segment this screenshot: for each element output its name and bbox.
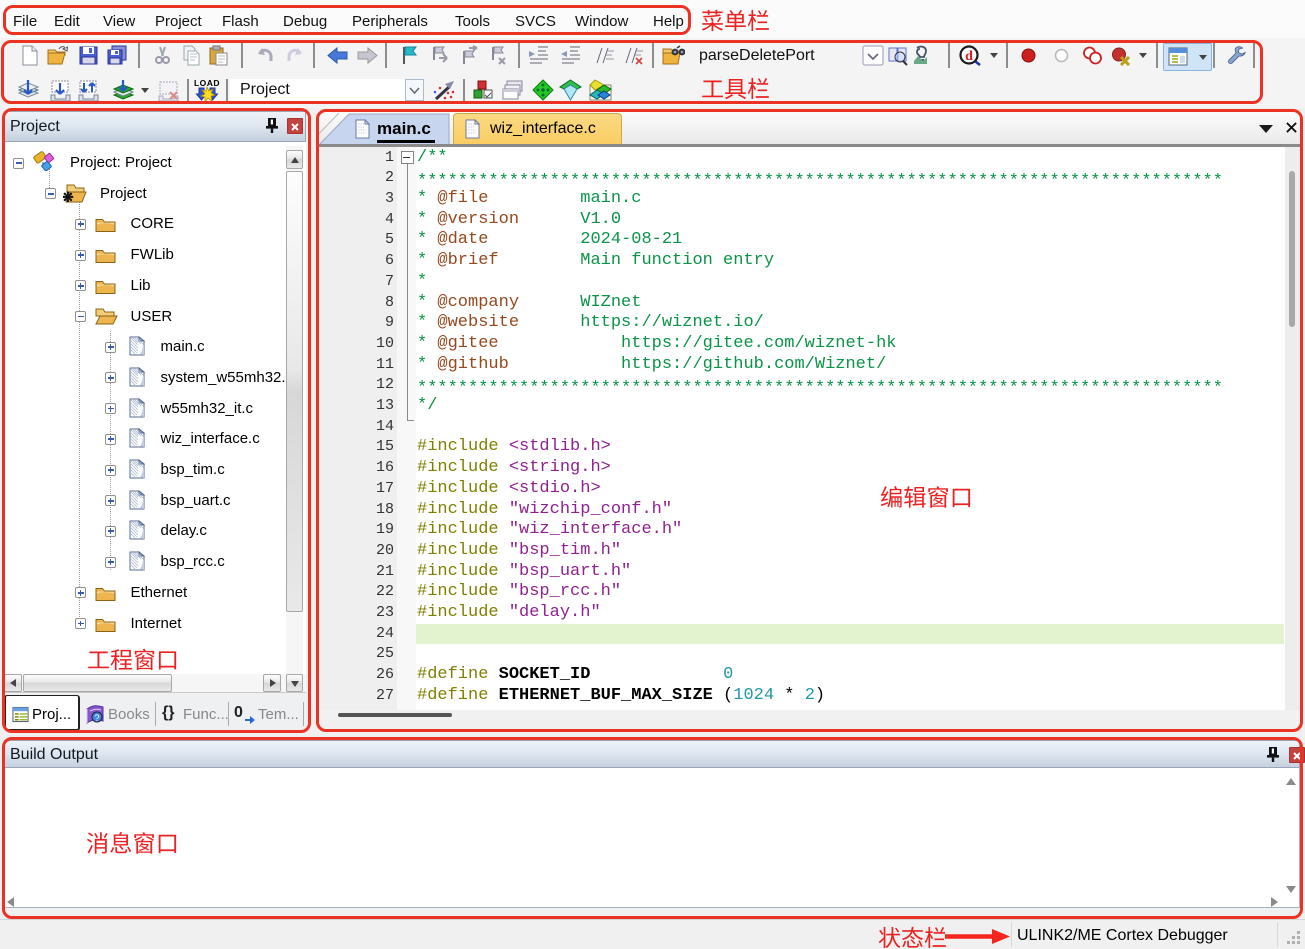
svg-text:❋: ❋ (63, 189, 74, 203)
svg-text:d: d (965, 49, 973, 64)
svg-text:?: ? (94, 713, 99, 723)
